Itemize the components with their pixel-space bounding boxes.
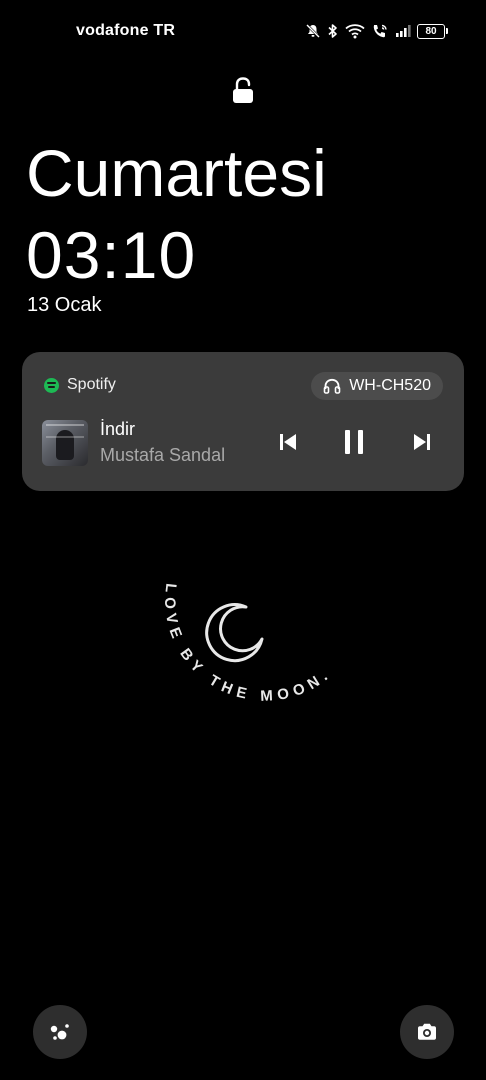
- wifi-icon: [345, 24, 365, 39]
- media-app-header: Spotify: [44, 376, 116, 394]
- carrier-name: vodafone TR: [76, 22, 176, 39]
- wifi-calling-icon: [373, 24, 387, 38]
- assistant-shortcut-button[interactable]: [33, 1005, 87, 1059]
- album-art: [42, 420, 88, 466]
- output-device-chip[interactable]: WH-CH520: [311, 372, 443, 400]
- next-button[interactable]: [408, 428, 436, 456]
- wallpaper: LOVE BY THE MOON.: [161, 582, 335, 704]
- clock-time: 03:10: [26, 218, 197, 292]
- spotify-icon: [44, 377, 59, 393]
- pause-button[interactable]: [340, 428, 368, 456]
- skip-next-icon: [414, 434, 430, 450]
- signal-icon: [396, 25, 411, 37]
- battery-level: 80: [417, 23, 445, 39]
- bluetooth-icon: [328, 24, 337, 38]
- track-title: İndir: [100, 419, 136, 439]
- assistant-icon: [50, 1024, 69, 1040]
- date-label: 13 Ocak: [27, 294, 102, 316]
- battery-icon: 80: [417, 23, 448, 39]
- pause-icon: [345, 430, 363, 454]
- media-app-name: Spotify: [67, 376, 116, 393]
- lock-open-icon[interactable]: [231, 77, 255, 105]
- camera-icon: [418, 1023, 436, 1040]
- wallpaper-arc-text: LOVE BY THE MOON.: [161, 582, 335, 704]
- headphones-icon: [323, 378, 341, 394]
- mute-bell-icon: [306, 24, 320, 38]
- status-icons: 80: [305, 22, 448, 40]
- output-device-label: WH-CH520: [349, 377, 431, 394]
- media-player-card[interactable]: Spotify WH-CH520 İndir Mustafa Sandal: [22, 352, 464, 491]
- crescent-moon-icon: [205, 603, 264, 663]
- track-artist: Mustafa Sandal: [100, 445, 226, 465]
- day-name: Cumartesi: [26, 136, 327, 210]
- previous-button[interactable]: [274, 428, 302, 456]
- lock-screen: vodafone TR 80 Cumartesi 03:10 13 Ocak S…: [0, 0, 486, 1080]
- svg-text:LOVE BY THE MOON.: LOVE BY THE MOON.: [161, 582, 335, 704]
- status-bar: vodafone TR 80: [0, 0, 486, 62]
- skip-previous-icon: [280, 434, 296, 450]
- wallpaper-text: LOVE BY THE MOON.: [161, 582, 330, 704]
- camera-shortcut-button[interactable]: [400, 1005, 454, 1059]
